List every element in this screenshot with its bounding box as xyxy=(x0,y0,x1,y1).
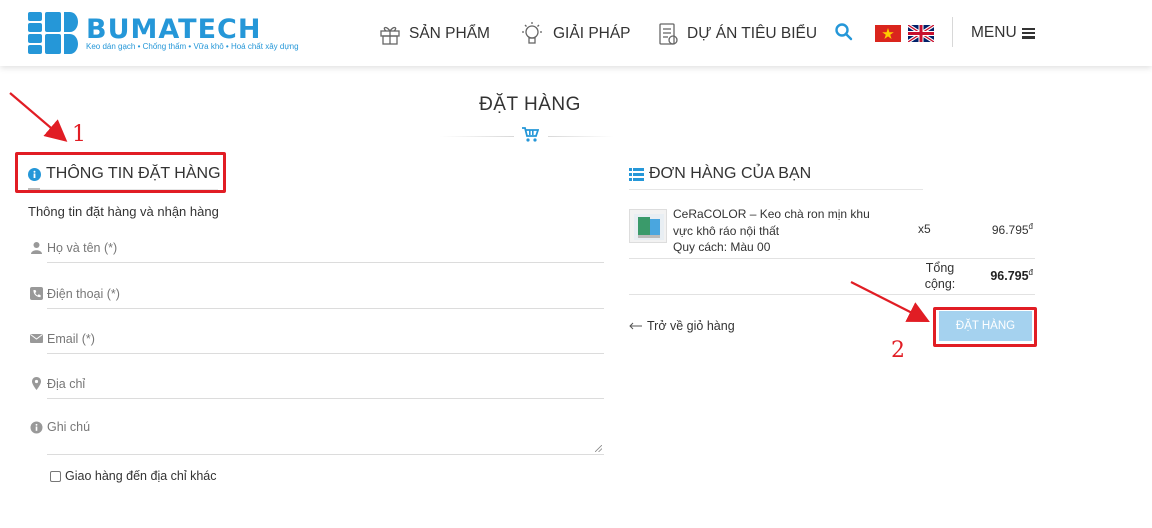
user-icon xyxy=(31,242,42,254)
gift-box-icon xyxy=(380,26,400,45)
title-divider-left xyxy=(440,136,514,137)
product-price-currency: đ xyxy=(1028,222,1033,231)
order-info-subtitle: Thông tin đặt hàng và nhận hàng xyxy=(28,204,219,219)
search-icon[interactable] xyxy=(834,22,854,42)
product-name[interactable]: CeRaCOLOR – Keo chà ron mịn khu vực khô … xyxy=(673,206,893,239)
total-value-currency: đ xyxy=(1028,268,1033,277)
hamburger-icon xyxy=(1021,27,1035,39)
product-spec: Quy cách: Màu 00 xyxy=(673,240,771,254)
info-circle-icon xyxy=(30,421,43,434)
map-marker-icon xyxy=(32,377,41,390)
cart-icon xyxy=(522,127,539,142)
ship-other-label: Giao hàng đến địa chỉ khác xyxy=(65,469,217,483)
bumatech-logo[interactable]: BUMATECH Keo dán gạch • Chống thấm • Vữa… xyxy=(28,12,299,56)
annotation-number-2: 2 xyxy=(891,338,905,363)
list-icon xyxy=(629,167,644,181)
your-order-title-text: ĐƠN HÀNG CỦA BẠN xyxy=(649,165,812,182)
nav-products[interactable]: SẢN PHẨM xyxy=(378,20,490,48)
back-to-cart-link[interactable]: Trở về giỏ hàng xyxy=(629,319,735,333)
header-divider xyxy=(952,17,953,47)
product-quantity: x5 xyxy=(918,222,931,236)
address-input[interactable] xyxy=(47,369,604,399)
page-title: ĐẶT HÀNG xyxy=(479,94,581,115)
total-value-amount: 96.795 xyxy=(990,269,1029,284)
full-name-field xyxy=(30,233,604,263)
nav-solutions[interactable]: GIẢI PHÁP xyxy=(518,20,631,48)
product-details: CeRaCOLOR – Keo chà ron mịn khu vực khô … xyxy=(673,206,893,256)
phone-field xyxy=(30,279,604,309)
annotation-box-step-1 xyxy=(15,152,226,193)
nav-products-label: SẢN PHẨM xyxy=(409,25,490,42)
phone-icon xyxy=(30,287,43,300)
site-header: BUMATECH Keo dán gạch • Chống thấm • Vữa… xyxy=(0,0,1152,66)
star-icon xyxy=(882,28,894,39)
your-order-underline xyxy=(629,189,923,190)
logo-mark-icon xyxy=(28,12,78,54)
ship-other-checkbox[interactable] xyxy=(50,470,61,482)
note-textarea[interactable] xyxy=(47,413,604,455)
product-thumbnail[interactable] xyxy=(629,209,667,243)
note-field xyxy=(30,413,604,455)
envelope-icon xyxy=(30,334,43,343)
logo-text: BUMATECH xyxy=(86,14,262,45)
product-price-value: 96.795 xyxy=(991,223,1029,237)
menu-label: MENU xyxy=(971,24,1017,41)
annotation-box-step-2 xyxy=(933,307,1037,347)
your-order-title: ĐƠN HÀNG CỦA BẠN xyxy=(629,165,811,183)
arrow-left-icon xyxy=(629,322,642,330)
nav-projects[interactable]: DỰ ÁN TIÊU BIỂU xyxy=(656,20,817,48)
menu-button[interactable]: MENU xyxy=(971,24,1035,42)
total-label: Tổng cộng: xyxy=(924,261,956,291)
lightbulb-icon xyxy=(522,22,542,44)
product-price: 96.795đ xyxy=(960,222,1033,237)
ship-other-address-option[interactable]: Giao hàng đến địa chỉ khác xyxy=(50,469,217,483)
resize-handle-icon[interactable] xyxy=(595,445,602,452)
nav-projects-label: DỰ ÁN TIÊU BIỂU xyxy=(687,25,818,42)
document-icon xyxy=(659,23,678,45)
total-value: 96.795đ xyxy=(960,268,1033,283)
product-image-icon xyxy=(634,214,664,240)
title-divider-right xyxy=(548,136,614,137)
annotation-number-1: 1 xyxy=(72,122,86,147)
back-to-cart-label: Trở về giỏ hàng xyxy=(647,319,735,333)
uk-flag-icon[interactable] xyxy=(907,23,935,44)
phone-input[interactable] xyxy=(47,279,604,309)
total-row-divider xyxy=(629,294,1035,295)
annotation-arrow-2 xyxy=(850,281,930,322)
email-input[interactable] xyxy=(47,324,604,354)
vietnam-flag-icon[interactable] xyxy=(875,25,901,42)
logo-tagline: Keo dán gạch • Chống thấm • Vữa khô • Ho… xyxy=(86,42,299,51)
full-name-input[interactable] xyxy=(47,233,604,263)
email-field xyxy=(30,324,604,354)
address-field xyxy=(30,369,604,399)
nav-solutions-label: GIẢI PHÁP xyxy=(553,25,631,42)
order-row-divider xyxy=(629,258,1035,259)
